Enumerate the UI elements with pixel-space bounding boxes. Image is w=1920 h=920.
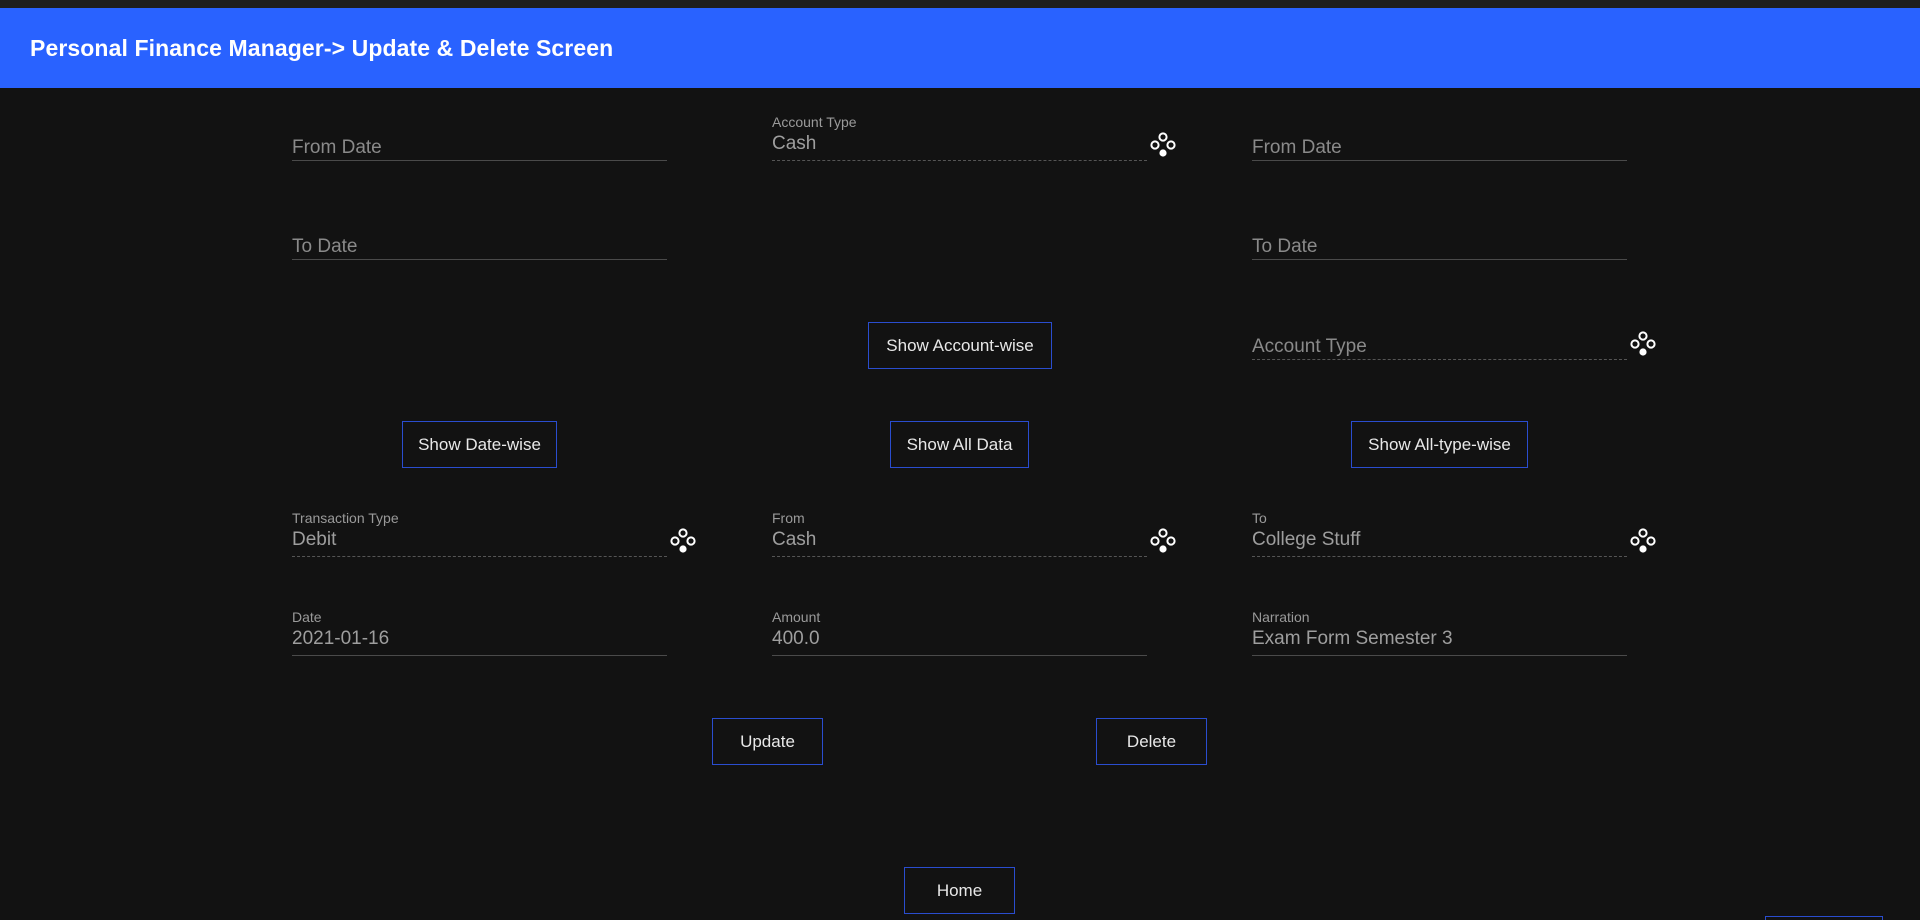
all-type-from-date-field[interactable]: From Date <box>1252 101 1627 161</box>
dropdown-circles-icon[interactable] <box>1149 527 1177 555</box>
to-account-dropdown[interactable]: To College Stuff <box>1252 503 1656 557</box>
dropdown-circles-icon[interactable] <box>1629 330 1657 358</box>
show-account-wise-button[interactable]: Show Account-wise <box>868 322 1052 369</box>
update-button[interactable]: Update <box>712 718 823 765</box>
account-type-label: Account Type <box>772 114 857 130</box>
show-date-wise-button[interactable]: Show Date-wise <box>402 421 557 468</box>
to-value: College Stuff <box>1252 529 1361 550</box>
date-filter-from-date-field[interactable]: From Date <box>292 101 667 161</box>
date-value: 2021-01-16 <box>292 628 390 649</box>
field-underline <box>1252 556 1627 557</box>
field-underline <box>292 655 667 656</box>
narration-value: Exam Form Semester 3 <box>1252 628 1453 649</box>
to-date-hint: To Date <box>1252 236 1318 257</box>
account-type-hint: Account Type <box>1252 336 1367 357</box>
to-date-hint: To Date <box>292 236 358 257</box>
show-all-data-button[interactable]: Show All Data <box>890 421 1029 468</box>
dropdown-circles-icon[interactable] <box>669 527 697 555</box>
partial-button-edge[interactable] <box>1765 916 1883 920</box>
date-field[interactable]: Date 2021-01-16 <box>292 602 667 656</box>
dropdown-circles-icon[interactable] <box>1149 131 1177 159</box>
transaction-type-label: Transaction Type <box>292 510 399 526</box>
from-value: Cash <box>772 529 817 550</box>
field-underline <box>772 556 1147 557</box>
date-filter-to-date-field[interactable]: To Date <box>292 200 667 260</box>
app-bar: Personal Finance Manager-> Update & Dele… <box>0 8 1920 88</box>
narration-label: Narration <box>1252 609 1310 625</box>
date-label: Date <box>292 609 322 625</box>
transaction-type-dropdown[interactable]: Transaction Type Debit <box>292 503 696 557</box>
field-underline <box>292 259 667 260</box>
field-underline <box>292 160 667 161</box>
from-label: From <box>772 510 805 526</box>
field-underline <box>772 655 1147 656</box>
home-button[interactable]: Home <box>904 867 1015 914</box>
account-type-dropdown[interactable]: Account Type Cash <box>772 107 1176 161</box>
field-underline <box>1252 655 1627 656</box>
field-underline <box>292 556 667 557</box>
field-underline <box>772 160 1147 161</box>
from-account-dropdown[interactable]: From Cash <box>772 503 1176 557</box>
to-label: To <box>1252 510 1267 526</box>
all-type-account-type-dropdown[interactable]: Account Type <box>1252 300 1656 360</box>
from-date-hint: From Date <box>292 137 382 158</box>
delete-button[interactable]: Delete <box>1096 718 1207 765</box>
show-all-type-wise-button[interactable]: Show All-type-wise <box>1351 421 1528 468</box>
narration-field[interactable]: Narration Exam Form Semester 3 <box>1252 602 1627 656</box>
amount-label: Amount <box>772 609 821 625</box>
page-title: Personal Finance Manager-> Update & Dele… <box>30 34 614 61</box>
field-underline <box>1252 160 1627 161</box>
amount-field[interactable]: Amount 400.0 <box>772 602 1147 656</box>
amount-value: 400.0 <box>772 628 820 649</box>
account-type-value: Cash <box>772 133 817 154</box>
transaction-type-value: Debit <box>292 529 337 550</box>
from-date-hint: From Date <box>1252 137 1342 158</box>
field-underline <box>1252 359 1627 360</box>
dropdown-circles-icon[interactable] <box>1629 527 1657 555</box>
window-top-strip <box>0 0 1920 8</box>
field-underline <box>1252 259 1627 260</box>
all-type-to-date-field[interactable]: To Date <box>1252 200 1627 260</box>
